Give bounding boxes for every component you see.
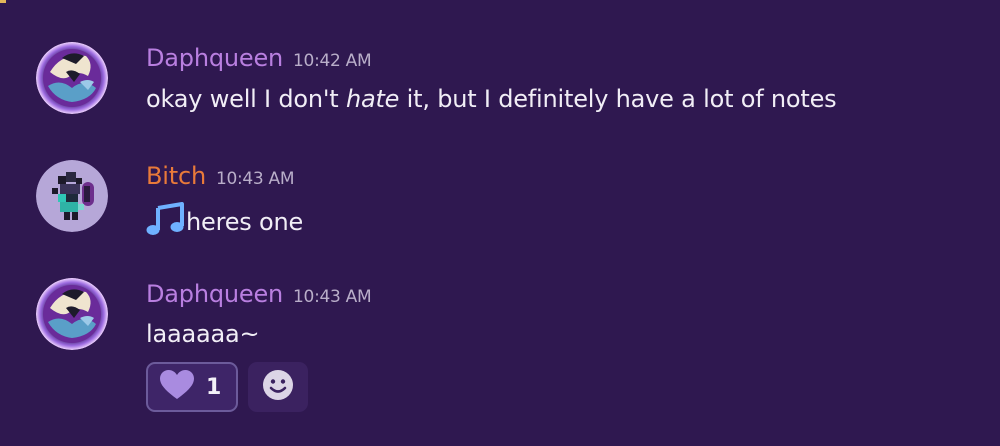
message-text-part: it, but I definitely have a lot of notes: [399, 85, 837, 113]
username[interactable]: Bitch: [146, 162, 206, 190]
username[interactable]: Daphqueen: [146, 280, 283, 308]
daphqueen-avatar[interactable]: [36, 278, 108, 350]
message-text-part: heres one: [186, 208, 304, 236]
timestamp: 10:42 AM: [293, 51, 372, 71]
timestamp: 10:43 AM: [293, 287, 372, 307]
reaction-count: 1: [206, 374, 222, 400]
purple-heart-icon: [160, 370, 194, 404]
message-text: laaaaaa~: [146, 320, 260, 348]
username[interactable]: Daphqueen: [146, 44, 283, 72]
daphqueen-avatar[interactable]: [36, 42, 108, 114]
smiley-icon: [262, 369, 294, 405]
bitch-avatar[interactable]: [36, 160, 108, 232]
timestamp: 10:43 AM: [215, 169, 295, 189]
reaction-button[interactable]: 1: [146, 362, 238, 412]
message-text: okay well I don't hate it, but I definit…: [146, 85, 837, 113]
message-text-part: okay well I don't: [146, 85, 346, 113]
add-reaction-button[interactable]: [248, 362, 308, 412]
message-text: heres one: [146, 202, 303, 236]
top-accent-bar: [0, 0, 6, 3]
message-text-italic: hate: [345, 85, 400, 113]
musical-notes-emoji: [146, 202, 186, 236]
